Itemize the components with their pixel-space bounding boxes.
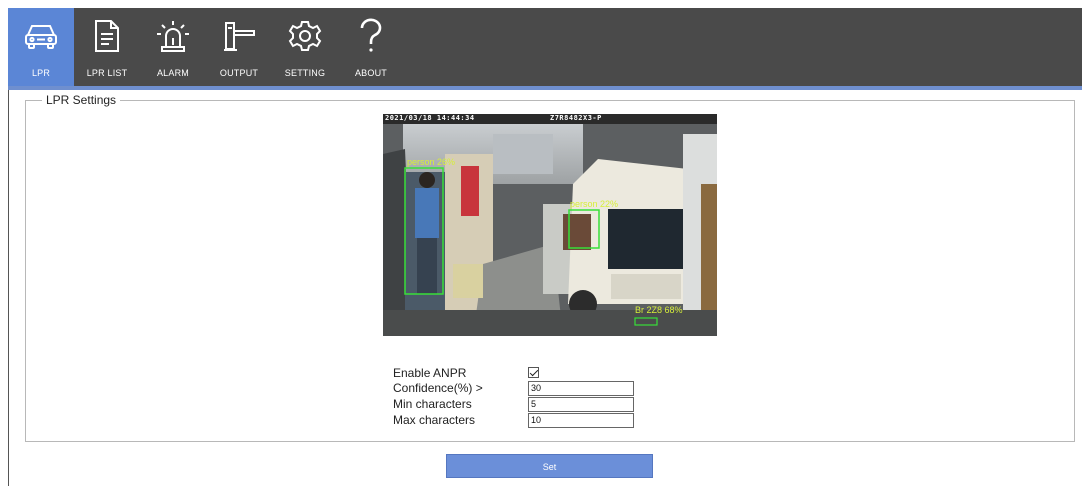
tab-lpr[interactable]: LPR — [8, 8, 74, 86]
detection-label-person-1: person 26% — [407, 157, 456, 167]
enable-anpr-label: Enable ANPR — [393, 366, 467, 380]
app-frame: LPR LPR LIST ALARM OUTPUT SETTING ABOUT … — [8, 8, 1082, 486]
tab-about-label: ABOUT — [354, 68, 387, 78]
tab-output[interactable]: OUTPUT — [206, 8, 272, 86]
question-mark-icon — [351, 16, 391, 56]
enable-anpr-checkbox[interactable] — [528, 367, 539, 378]
barrier-gate-icon — [219, 16, 259, 56]
tab-alarm[interactable]: ALARM — [140, 8, 206, 86]
detection-label-person-2: person 22% — [570, 199, 619, 209]
document-list-icon — [87, 16, 127, 56]
tab-lpr-list[interactable]: LPR LIST — [74, 8, 140, 86]
lpr-settings-legend: LPR Settings — [42, 93, 121, 107]
tab-output-label: OUTPUT — [219, 68, 259, 78]
lpr-settings-group: LPR Settings 2021/03/18 14:44:34 Z7R8482… — [25, 93, 1075, 442]
confidence-label: Confidence(%) > — [393, 381, 483, 395]
osd-channel-id: Z7R8482X3-P — [550, 114, 602, 122]
confidence-input[interactable] — [528, 380, 634, 396]
min-characters-label: Min characters — [393, 397, 472, 411]
tab-about[interactable]: ABOUT — [338, 8, 404, 86]
max-characters-input[interactable] — [528, 412, 634, 428]
min-characters-input[interactable] — [528, 396, 634, 412]
gear-icon — [285, 16, 325, 56]
tab-lpr-label: LPR — [31, 68, 51, 78]
toolbar-accent-bar — [8, 86, 1082, 90]
tab-alarm-label: ALARM — [156, 68, 189, 78]
osd-timestamp: 2021/03/18 14:44:34 — [385, 114, 475, 122]
detection-label-plate: Br 2Z8 68% — [635, 305, 683, 315]
tab-setting[interactable]: SETTING — [272, 8, 338, 86]
tab-setting-label: SETTING — [284, 68, 326, 78]
main-toolbar: LPR LPR LIST ALARM OUTPUT SETTING ABOUT — [8, 8, 1082, 86]
tab-lpr-list-label: LPR LIST — [86, 68, 128, 78]
camera-scene — [383, 114, 717, 336]
alarm-siren-icon — [153, 16, 193, 56]
content-left-border — [8, 90, 9, 486]
car-icon — [21, 16, 61, 56]
set-button[interactable]: Set — [446, 454, 653, 478]
camera-preview: 2021/03/18 14:44:34 Z7R8482X3-P person 2… — [383, 114, 717, 336]
max-characters-label: Max characters — [393, 413, 476, 427]
